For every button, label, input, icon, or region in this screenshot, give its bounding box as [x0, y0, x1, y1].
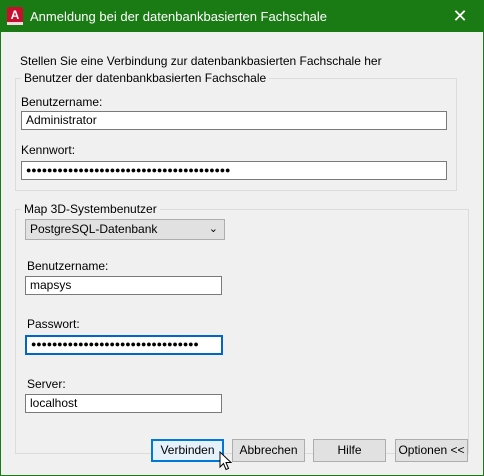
- options-button[interactable]: Optionen <<: [395, 439, 468, 462]
- close-button[interactable]: ✕: [437, 1, 483, 32]
- intro-text: Stellen Sie eine Verbindung zur datenban…: [20, 54, 382, 68]
- system-group-legend: Map 3D-Systembenutzer: [24, 202, 157, 216]
- fachschale-username-input[interactable]: Administrator: [21, 111, 447, 130]
- fachschale-password-label: Kennwort:: [21, 143, 76, 157]
- system-username-label: Benutzername:: [27, 259, 109, 273]
- server-label: Server:: [27, 377, 66, 391]
- login-dialog: A Anmeldung bei der datenbankbasierten F…: [0, 0, 484, 476]
- system-password-label: Passwort:: [27, 317, 80, 331]
- cancel-button[interactable]: Abbrechen: [232, 439, 305, 462]
- help-button[interactable]: Hilfe: [313, 439, 386, 462]
- server-input[interactable]: localhost: [25, 394, 222, 413]
- connect-button[interactable]: Verbinden: [151, 439, 224, 462]
- database-type-select[interactable]: PostgreSQL-Datenbank ⌄: [25, 219, 225, 240]
- mouse-cursor-icon: [219, 450, 233, 471]
- autocad-app-icon: A: [7, 7, 23, 25]
- title-bar[interactable]: A Anmeldung bei der datenbankbasierten F…: [1, 1, 483, 32]
- dialog-body: Stellen Sie eine Verbindung zur datenban…: [1, 32, 483, 475]
- window-title: Anmeldung bei der datenbankbasierten Fac…: [30, 9, 328, 24]
- system-username-input[interactable]: mapsys: [25, 276, 222, 295]
- system-password-input[interactable]: ●●●●●●●●●●●●●●●●●●●●●●●●●●●●●●●●: [25, 335, 223, 355]
- close-icon: ✕: [452, 6, 468, 26]
- fachschale-username-label: Benutzername:: [21, 95, 103, 109]
- fachschale-password-input[interactable]: ●●●●●●●●●●●●●●●●●●●●●●●●●●●●●●●●●●●●●●●: [21, 161, 447, 180]
- fachschale-group-legend: Benutzer der datenbankbasierten Fachscha…: [24, 71, 267, 85]
- chevron-down-icon: ⌄: [208, 223, 218, 235]
- database-type-value: PostgreSQL-Datenbank: [30, 222, 158, 236]
